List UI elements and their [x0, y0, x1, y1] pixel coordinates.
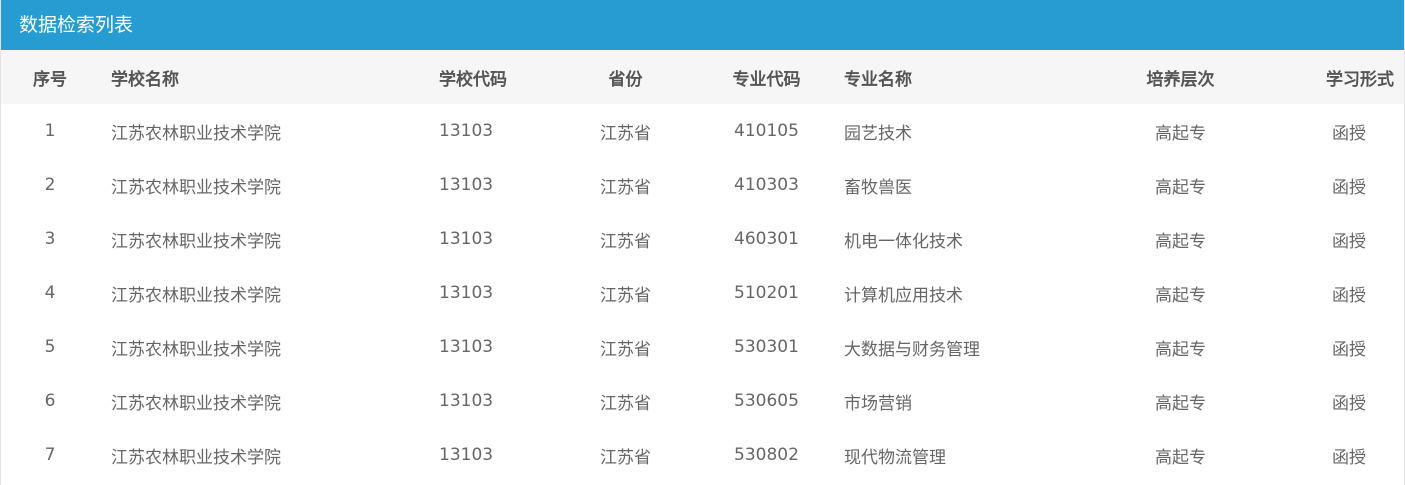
column-header-school-code: 学校代码 — [439, 69, 507, 90]
cell-study-mode: 函授 — [1332, 123, 1366, 144]
column-header-major-code: 专业代码 — [732, 69, 801, 90]
cell-level: 高起专 — [1155, 339, 1206, 360]
cell-major-code: 410303 — [734, 175, 799, 195]
cell-study-mode: 函授 — [1332, 231, 1366, 252]
cell-index: 3 — [44, 229, 56, 249]
cell-school-name: 江苏农林职业技术学院 — [111, 339, 281, 360]
cell-study-mode: 函授 — [1332, 177, 1366, 198]
cell-level: 高起专 — [1155, 285, 1206, 306]
cell-major-code: 530605 — [734, 391, 799, 411]
column-header-index: 序号 — [33, 69, 67, 90]
cell-level: 高起专 — [1155, 123, 1206, 144]
cell-index: 1 — [44, 121, 56, 141]
cell-index: 6 — [44, 391, 56, 411]
cell-index: 5 — [44, 337, 56, 357]
cell-province: 江苏省 — [600, 447, 651, 468]
cell-school-name: 江苏农林职业技术学院 — [111, 447, 281, 468]
cell-major-name: 大数据与财务管理 — [844, 339, 980, 360]
cell-major-name: 计算机应用技术 — [844, 285, 963, 306]
cell-school-code: 13103 — [439, 283, 494, 303]
results-table: 序号 学校名称 学校代码 省份 专业代码 专业名称 培养层次 学习形式 1 江苏… — [1, 50, 1404, 482]
cell-study-mode: 函授 — [1332, 393, 1366, 414]
table-row: 4 江苏农林职业技术学院 13103 江苏省 510201 计算机应用技术 高起… — [1, 266, 1404, 320]
cell-level: 高起专 — [1155, 177, 1206, 198]
cell-province: 江苏省 — [600, 393, 651, 414]
table-row: 7 江苏农林职业技术学院 13103 江苏省 530802 现代物流管理 高起专… — [1, 428, 1404, 482]
cell-school-name: 江苏农林职业技术学院 — [111, 123, 281, 144]
cell-school-code: 13103 — [439, 175, 494, 195]
cell-major-name: 现代物流管理 — [844, 447, 946, 468]
cell-major-code: 460301 — [734, 229, 799, 249]
column-header-major-name: 专业名称 — [844, 69, 912, 90]
cell-major-code: 410105 — [734, 121, 799, 141]
cell-level: 高起专 — [1155, 393, 1206, 414]
table-row: 6 江苏农林职业技术学院 13103 江苏省 530605 市场营销 高起专 函… — [1, 374, 1404, 428]
cell-major-code: 530301 — [734, 337, 799, 357]
column-header-study-mode: 学习形式 — [1326, 69, 1394, 90]
cell-province: 江苏省 — [600, 285, 651, 306]
cell-study-mode: 函授 — [1332, 339, 1366, 360]
cell-school-code: 13103 — [439, 337, 494, 357]
data-search-panel: 数据检索列表 序号 学校名称 学校代码 省份 专业代码 专业名称 培养层次 学习… — [0, 0, 1405, 485]
cell-major-name: 市场营销 — [844, 393, 912, 414]
table-row: 2 江苏农林职业技术学院 13103 江苏省 410303 畜牧兽医 高起专 函… — [1, 158, 1404, 212]
table-row: 1 江苏农林职业技术学院 13103 江苏省 410105 园艺技术 高起专 函… — [1, 104, 1404, 158]
cell-index: 7 — [44, 445, 56, 465]
column-header-province: 省份 — [608, 69, 643, 90]
cell-province: 江苏省 — [600, 177, 651, 198]
cell-major-name: 园艺技术 — [844, 123, 912, 144]
cell-major-name: 机电一体化技术 — [844, 231, 963, 252]
cell-level: 高起专 — [1155, 447, 1206, 468]
cell-province: 江苏省 — [600, 123, 651, 144]
cell-school-code: 13103 — [439, 391, 494, 411]
cell-school-code: 13103 — [439, 121, 494, 141]
cell-study-mode: 函授 — [1332, 447, 1366, 468]
cell-major-name: 畜牧兽医 — [844, 177, 912, 198]
panel-title: 数据检索列表 — [1, 0, 1404, 50]
cell-school-code: 13103 — [439, 445, 494, 465]
cell-index: 2 — [44, 175, 56, 195]
column-header-school-name: 学校名称 — [111, 69, 179, 90]
cell-province: 江苏省 — [600, 339, 651, 360]
column-header-level: 培养层次 — [1146, 69, 1215, 90]
cell-school-name: 江苏农林职业技术学院 — [111, 393, 281, 414]
cell-level: 高起专 — [1155, 231, 1206, 252]
table-row: 3 江苏农林职业技术学院 13103 江苏省 460301 机电一体化技术 高起… — [1, 212, 1404, 266]
cell-major-code: 510201 — [734, 283, 799, 303]
table-row: 5 江苏农林职业技术学院 13103 江苏省 530301 大数据与财务管理 高… — [1, 320, 1404, 374]
cell-school-name: 江苏农林职业技术学院 — [111, 285, 281, 306]
cell-index: 4 — [44, 283, 56, 303]
table-header-row: 序号 学校名称 学校代码 省份 专业代码 专业名称 培养层次 学习形式 — [1, 50, 1404, 104]
cell-province: 江苏省 — [600, 231, 651, 252]
cell-school-name: 江苏农林职业技术学院 — [111, 231, 281, 252]
cell-major-code: 530802 — [734, 445, 799, 465]
cell-study-mode: 函授 — [1332, 285, 1366, 306]
cell-school-name: 江苏农林职业技术学院 — [111, 177, 281, 198]
cell-school-code: 13103 — [439, 229, 494, 249]
